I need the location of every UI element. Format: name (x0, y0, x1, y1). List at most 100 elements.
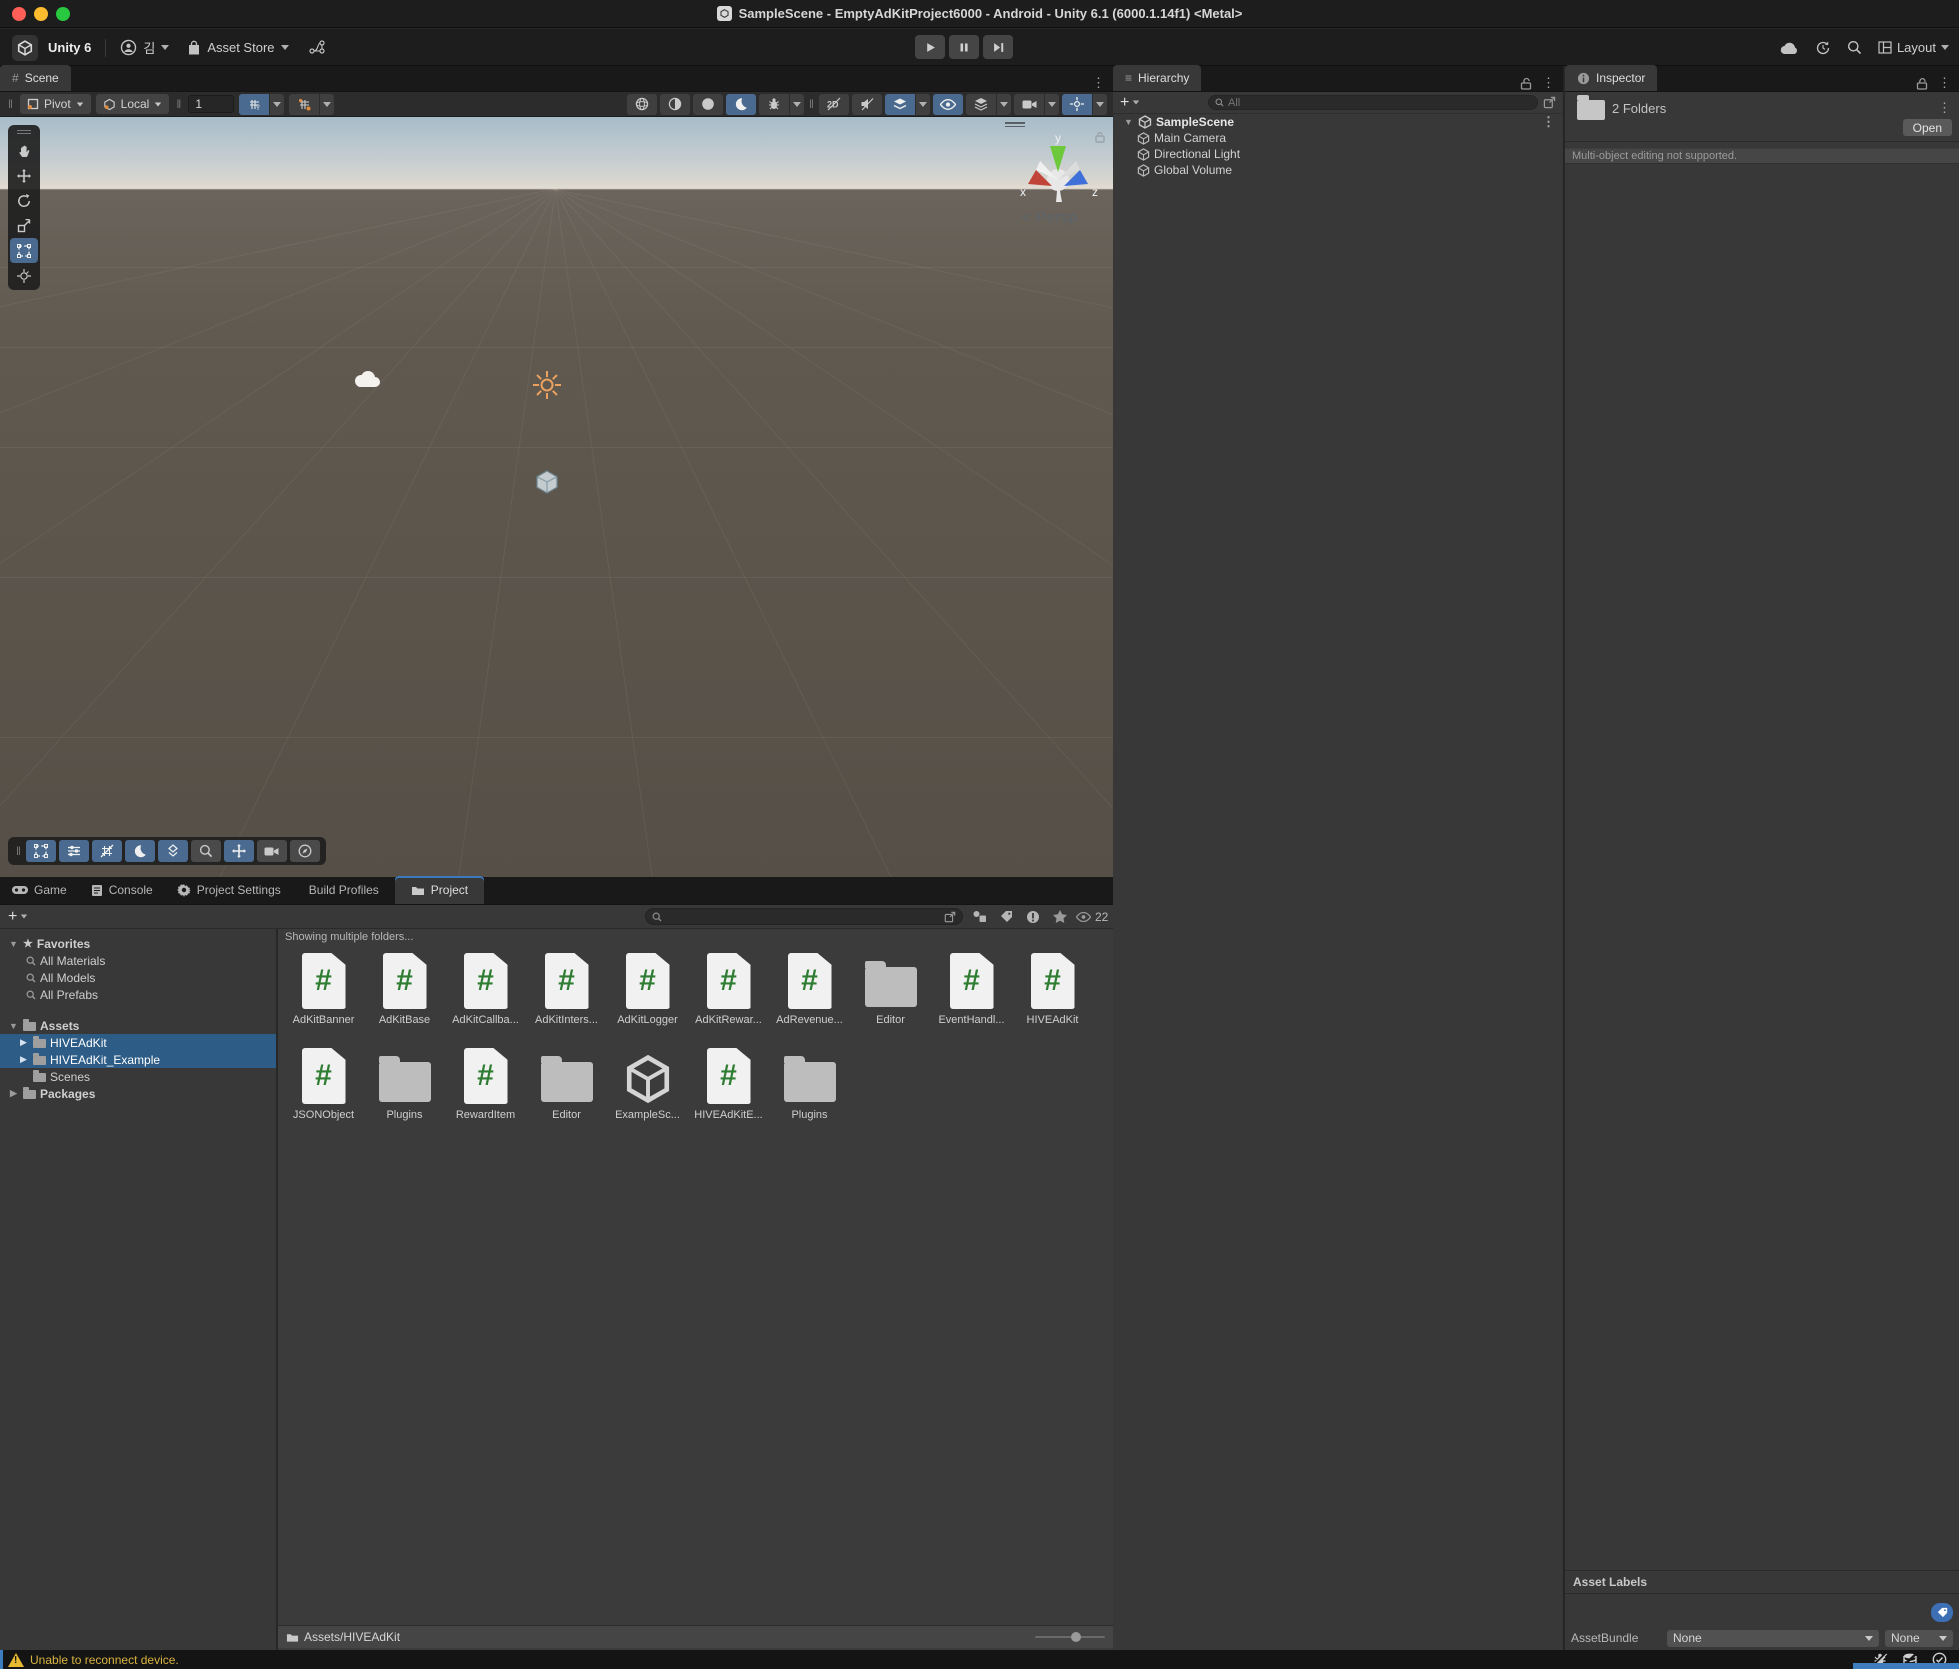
undo-history-button[interactable] (1815, 40, 1831, 56)
tab-game[interactable]: Game (0, 876, 79, 904)
tab-console[interactable]: Console (79, 876, 165, 904)
project-search-input[interactable] (667, 911, 939, 923)
scale-tool-button[interactable] (10, 213, 38, 238)
shapes-button[interactable] (158, 840, 188, 862)
caret-right-icon[interactable]: ▶ (18, 1054, 29, 1065)
asset-script[interactable]: #AdKitInters... (526, 951, 607, 1026)
project-content[interactable]: Showing multiple folders... #AdKitBanner… (278, 929, 1113, 1650)
camera-view-button[interactable] (1014, 94, 1044, 115)
layout-dropdown[interactable]: Layout (1878, 40, 1949, 55)
asset-script[interactable]: #AdRevenue... (769, 951, 850, 1026)
hierarchy-scene-row[interactable]: ▼ SampleScene ⋮ (1113, 114, 1563, 130)
audio-mute-button[interactable] (852, 94, 882, 115)
scene-viewport[interactable]: y x z < Persp ‖ (0, 117, 1113, 877)
assetbundle-dropdown[interactable]: None (1667, 1630, 1879, 1647)
camera-view-button[interactable] (257, 840, 287, 862)
unlock-icon[interactable] (1916, 77, 1928, 90)
tab-project[interactable]: Project (395, 876, 484, 904)
grid-visibility-dropdown[interactable] (270, 94, 284, 115)
cloud-button[interactable] (1780, 41, 1799, 55)
asset-folder[interactable]: Plugins (364, 1046, 445, 1121)
tab-scene[interactable]: # Scene (0, 65, 71, 91)
sidebar-folder-scenes[interactable]: Scenes (0, 1068, 276, 1085)
header-kebab[interactable]: ⋮ (1938, 100, 1951, 116)
shaded-solid-button[interactable] (693, 94, 723, 115)
gizmo-axes-button[interactable] (1062, 94, 1092, 115)
create-asset-dropdown[interactable]: + (8, 908, 28, 926)
inspector-menu-kebab[interactable]: ⋮ (1938, 75, 1951, 91)
filter-by-type-icon[interactable] (972, 910, 987, 923)
caret-right-icon[interactable]: ▶ (18, 1037, 29, 1048)
grid-snap-dropdown[interactable] (320, 94, 334, 115)
scene-picker-icon[interactable] (1543, 96, 1556, 109)
hierarchy-item[interactable]: Directional Light (1113, 146, 1563, 162)
account-menu[interactable]: 김 (120, 38, 169, 57)
sidebar-favorite-item[interactable]: All Models (0, 969, 276, 986)
sliders-button[interactable] (59, 840, 89, 862)
debug-bug-dropdown[interactable] (790, 94, 804, 115)
version-control-button[interactable] (309, 40, 326, 55)
move-cross-button[interactable] (224, 840, 254, 862)
hand-tool-button[interactable] (10, 138, 38, 163)
rect-tool-button[interactable] (26, 840, 56, 862)
asset-script[interactable]: #AdKitBase (364, 951, 445, 1026)
sidebar-favorite-item[interactable]: All Prefabs (0, 986, 276, 1003)
crescent-button[interactable] (125, 840, 155, 862)
camera-gizmo[interactable] (352, 369, 382, 389)
hierarchy-item[interactable]: Global Volume (1113, 162, 1563, 178)
visibility-toggle[interactable]: 22 (1076, 910, 1108, 924)
scene-row-kebab[interactable]: ⋮ (1542, 114, 1563, 130)
effects-layers-button[interactable] (885, 94, 915, 115)
assetbundle-variant-dropdown[interactable]: None (1885, 1630, 1953, 1647)
slider-knob[interactable] (1071, 1632, 1081, 1642)
favorites-star-icon[interactable] (1053, 910, 1067, 923)
debug-bug-button[interactable] (759, 94, 789, 115)
hidden-packages-icon[interactable] (1026, 910, 1040, 924)
lock-icon[interactable] (1520, 77, 1532, 90)
sidebar-folder-hiveadkit[interactable]: ▶HIVEAdKit (0, 1034, 276, 1051)
projection-toggle[interactable]: < Persp (1022, 209, 1078, 226)
pivot-dropdown[interactable]: Pivot (20, 94, 91, 114)
hierarchy-menu-kebab[interactable]: ⋮ (1542, 75, 1555, 91)
asset-folder[interactable]: Plugins (769, 1046, 850, 1121)
status-message[interactable]: Unable to reconnect device. (30, 1653, 179, 1667)
asset-script[interactable]: #JSONObject (283, 1046, 364, 1121)
hierarchy-search-input[interactable] (1228, 97, 1531, 109)
grid-visibility-button[interactable]: Y (239, 94, 269, 115)
asset-folder[interactable]: Editor (850, 951, 931, 1026)
camera-view-dropdown[interactable] (1045, 94, 1059, 115)
tab-hierarchy[interactable]: ≡ Hierarchy (1113, 65, 1201, 91)
grid-size-input[interactable] (188, 95, 234, 113)
magnifier-button[interactable] (191, 840, 221, 862)
asset-script[interactable]: #AdKitBanner (283, 951, 364, 1026)
create-object-dropdown[interactable]: + (1120, 94, 1140, 112)
asset-script[interactable]: #EventHandl... (931, 951, 1012, 1026)
zoom-window-button[interactable] (56, 7, 70, 21)
layers-stack-button[interactable] (966, 94, 996, 115)
grid-snap-slash-button[interactable] (92, 840, 122, 862)
add-label-button[interactable] (1931, 1603, 1953, 1622)
overlay-grip-icon[interactable] (10, 128, 38, 136)
asset-script[interactable]: #RewardItem (445, 1046, 526, 1121)
layers-stack-dropdown[interactable] (997, 94, 1011, 115)
sidebar-folder-hiveadkit_example[interactable]: ▶HIVEAdKit_Example (0, 1051, 276, 1068)
hierarchy-item[interactable]: Main Camera (1113, 130, 1563, 146)
search-button[interactable] (1847, 40, 1862, 55)
asset-store-menu[interactable]: Asset Store (187, 40, 288, 56)
effects-layers-dropdown[interactable] (916, 94, 930, 115)
asset-folder[interactable]: Editor (526, 1046, 607, 1121)
asset-script[interactable]: #HIVEAdKit (1012, 951, 1093, 1026)
directional-light-gizmo[interactable] (531, 369, 563, 401)
tab-project-settings[interactable]: Project Settings (165, 876, 293, 904)
shaded-half-button[interactable] (660, 94, 690, 115)
filter-by-label-icon[interactable] (1000, 910, 1013, 923)
shaded-wireframe-button[interactable] (627, 94, 657, 115)
crescent-button[interactable] (726, 94, 756, 115)
orientation-dropdown[interactable]: Local (96, 94, 170, 114)
caret-down-icon[interactable]: ▼ (8, 939, 19, 949)
step-button[interactable] (983, 35, 1013, 59)
asset-scene[interactable]: ExampleSc... (607, 1046, 688, 1121)
pause-button[interactable] (949, 35, 979, 59)
minimize-window-button[interactable] (34, 7, 48, 21)
global-volume-gizmo[interactable] (534, 469, 560, 495)
